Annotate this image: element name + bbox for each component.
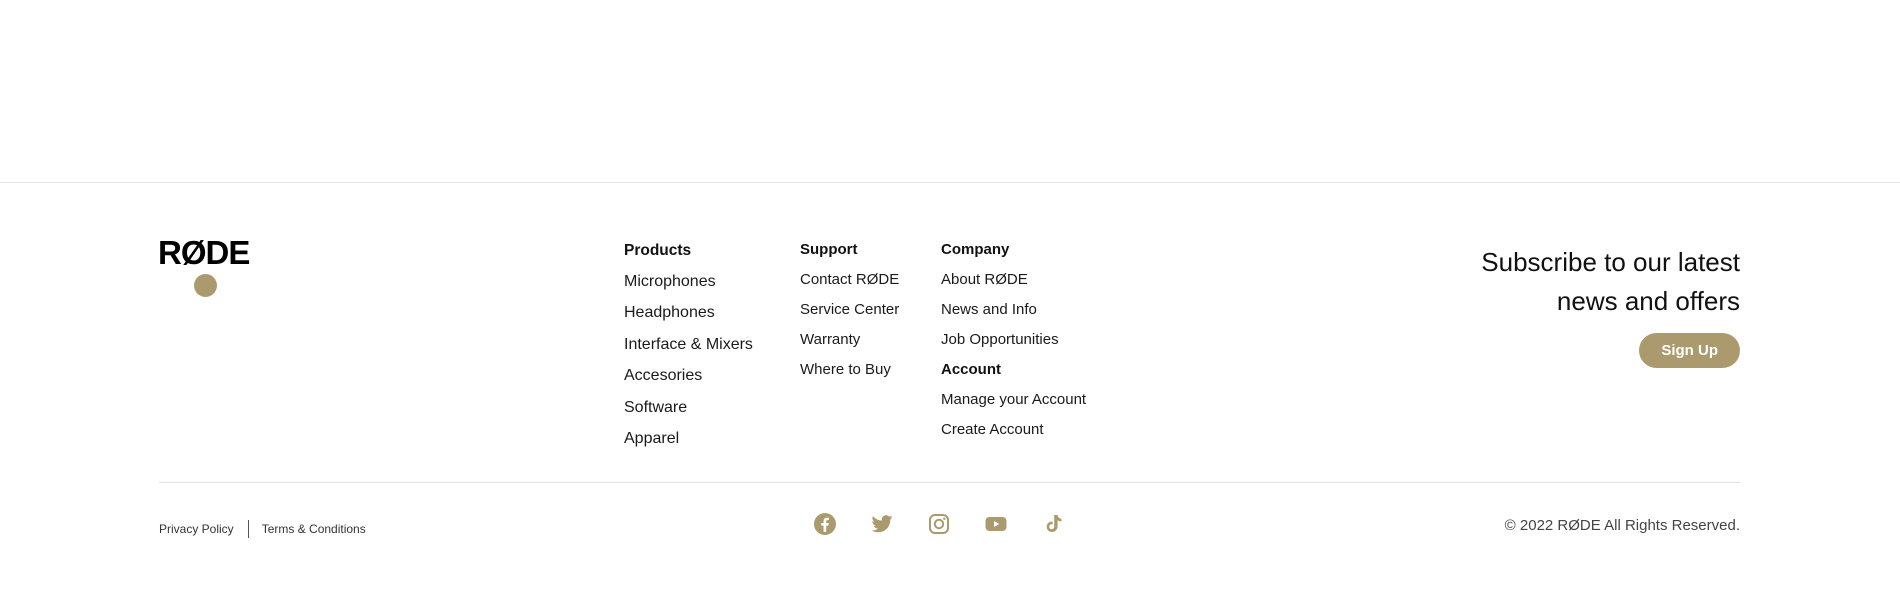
footer-link-service-center[interactable]: Service Center <box>800 300 899 320</box>
social-links <box>813 512 1065 536</box>
instagram-icon[interactable] <box>927 512 951 536</box>
logo-wordmark: RØDE <box>158 234 250 271</box>
page-top-blank-area <box>0 0 1900 182</box>
footer-top-divider <box>0 182 1900 183</box>
footer-link-microphones[interactable]: Microphones <box>624 272 753 292</box>
privacy-policy-link[interactable]: Privacy Policy <box>159 522 234 536</box>
footer-link-manage-account[interactable]: Manage your Account <box>941 390 1086 410</box>
legal-separator <box>247 520 249 538</box>
footer-column-products: Products Microphones Headphones Interfac… <box>624 241 753 460</box>
tiktok-icon[interactable] <box>1041 512 1065 536</box>
footer-link-jobs[interactable]: Job Opportunities <box>941 330 1086 350</box>
rode-logo[interactable]: RØDE <box>158 234 258 297</box>
legal-links: Privacy Policy Terms & Conditions <box>159 520 366 538</box>
products-heading: Products <box>624 242 692 259</box>
logo-dot <box>194 274 217 297</box>
footer-link-apparel[interactable]: Apparel <box>624 429 753 449</box>
footer-link-warranty[interactable]: Warranty <box>800 330 899 350</box>
footer-link-accesories[interactable]: Accesories <box>624 366 753 386</box>
footer-column-support: Support Contact RØDE Service Center Warr… <box>800 240 899 390</box>
footer-link-create-account[interactable]: Create Account <box>941 420 1086 440</box>
footer-link-news[interactable]: News and Info <box>941 300 1086 320</box>
footer-link-headphones[interactable]: Headphones <box>624 303 753 323</box>
company-heading: Company <box>941 241 1010 258</box>
subscribe-block: Subscribe to our latest news and offers … <box>1440 243 1740 368</box>
footer-link-contact[interactable]: Contact RØDE <box>800 270 899 290</box>
account-heading: Account <box>941 361 1001 378</box>
footer-link-interface-mixers[interactable]: Interface & Mixers <box>624 335 753 355</box>
subscribe-title: Subscribe to our latest news and offers <box>1481 247 1740 316</box>
footer-bottom-divider <box>159 482 1740 483</box>
copyright-text: © 2022 RØDE All Rights Reserved. <box>1504 517 1740 534</box>
footer-column-company: Company About RØDE News and Info Job Opp… <box>941 240 1086 450</box>
footer-link-about[interactable]: About RØDE <box>941 270 1086 290</box>
facebook-icon[interactable] <box>813 512 837 536</box>
footer-link-where-to-buy[interactable]: Where to Buy <box>800 360 899 380</box>
sign-up-button[interactable]: Sign Up <box>1639 333 1740 368</box>
twitter-icon[interactable] <box>870 512 894 536</box>
footer-link-software[interactable]: Software <box>624 398 753 418</box>
support-heading: Support <box>800 241 858 258</box>
terms-conditions-link[interactable]: Terms & Conditions <box>262 522 366 536</box>
youtube-icon[interactable] <box>984 512 1008 536</box>
